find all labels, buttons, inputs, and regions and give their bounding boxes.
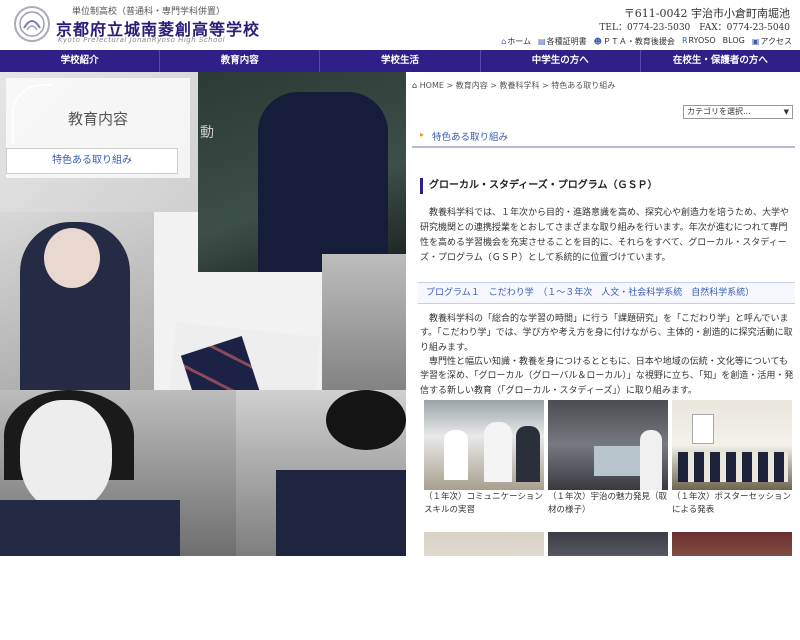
gallery-item[interactable] bbox=[672, 532, 792, 556]
page: 単位制高校（普通科・専門学科併置） 京都府立城南菱創高等学校 Kyoto Pre… bbox=[0, 0, 800, 640]
arrow-right-icon: ▸ bbox=[420, 130, 425, 139]
main-content: ⌂ HOME > 教育内容 > 教養科学科 > 特色ある取り組み カテゴリを選択… bbox=[412, 72, 800, 556]
gallery-photo-poster-session[interactable] bbox=[672, 400, 792, 490]
gallery-item[interactable] bbox=[548, 532, 668, 556]
home-icon: ⌂ bbox=[501, 37, 507, 46]
section-title: 教育内容 bbox=[67, 110, 128, 128]
gallery-item[interactable]: （１年次）ポスターセッションによる発表 bbox=[672, 400, 792, 517]
school-name-en: Kyoto Prefectural JonanRyoso High School bbox=[58, 36, 226, 44]
gallery-caption: （１年次）ポスターセッションによる発表 bbox=[672, 492, 792, 515]
r-icon: R bbox=[681, 36, 688, 45]
util-link-certificates[interactable]: ▤各種証明書 bbox=[538, 36, 587, 47]
breadcrumb-home[interactable]: HOME bbox=[420, 81, 444, 90]
access-icon: ▣ bbox=[751, 37, 760, 46]
photo-collage: 動 教育内容 特色ある取り組み bbox=[0, 72, 406, 556]
nav-item-school-life[interactable]: 学校生活 bbox=[320, 50, 481, 72]
program-heading: プログラム１ こだわり学 （１～３年次 人文・社会科学系統 自然科学系統） bbox=[418, 282, 795, 304]
util-link-access[interactable]: ▣アクセス bbox=[752, 36, 792, 47]
gallery-item[interactable]: （１年次）宇治の魅力発見（取材の様子） bbox=[548, 400, 668, 517]
chevron-down-icon: ▼ bbox=[783, 108, 789, 116]
people-icon: ☻ bbox=[593, 37, 602, 46]
breadcrumb-education[interactable]: 教育内容 bbox=[456, 81, 488, 90]
article-intro: 教養科学科では、１年次から目的・進路意識を高め、探究心や創造力を培うため、大学や… bbox=[420, 208, 790, 263]
util-link-pta[interactable]: ☻ＰＴＡ・教育後援会 bbox=[594, 36, 675, 47]
nav-item-education[interactable]: 教育内容 bbox=[160, 50, 321, 72]
gallery-photo-5[interactable] bbox=[548, 532, 668, 556]
school-emblem-logo[interactable] bbox=[14, 6, 50, 42]
address: 〒611-0042 宇治市小倉町南堀池 bbox=[623, 7, 790, 20]
article-para-1: 教養科学科の「総合的な学習の時間」に行う「課題研究」を「こだわり学」と呼んでいま… bbox=[420, 314, 793, 353]
gallery-photo-4[interactable] bbox=[424, 532, 544, 556]
gallery-photo-communication[interactable] bbox=[424, 400, 544, 490]
gallery-item[interactable] bbox=[424, 532, 544, 556]
category-select[interactable]: カテゴリを選択... ▼ bbox=[683, 105, 793, 119]
chalk-text: 動 bbox=[200, 125, 214, 141]
gallery-photo-6[interactable] bbox=[672, 532, 792, 556]
util-link-home[interactable]: ⌂ホーム bbox=[501, 36, 531, 47]
photo-gallery: （１年次）コミュニケーションスキルの実習 （１年次）宇治の魅力発見（取材の様子）… bbox=[424, 400, 796, 556]
collage-photo-student-smile bbox=[0, 390, 238, 556]
breadcrumb: ⌂ HOME > 教育内容 > 教養科学科 > 特色ある取り組み bbox=[412, 81, 616, 90]
nav-item-students-parents[interactable]: 在校生・保護者の方へ bbox=[641, 50, 800, 72]
gallery-item[interactable]: （１年次）コミュニケーションスキルの実習 bbox=[424, 400, 544, 517]
article-heading: グローカル・スタディーズ・プログラム（ＧＳＰ） bbox=[420, 178, 795, 194]
gallery-caption: （１年次）コミュニケーションスキルの実習 bbox=[424, 492, 543, 515]
gallery-caption: （１年次）宇治の魅力発見（取材の様子） bbox=[548, 492, 668, 515]
collage-photo-student-writing bbox=[236, 390, 406, 556]
global-nav: 学校紹介 教育内容 学校生活 中学生の方へ 在校生・保護者の方へ bbox=[0, 50, 800, 72]
util-link-blog[interactable]: BLOG bbox=[723, 36, 745, 47]
home-icon: ⌂ bbox=[412, 81, 418, 90]
collage-photo-student-side bbox=[322, 254, 406, 404]
subheader-label[interactable]: 特色ある取り組み bbox=[432, 129, 508, 143]
nav-item-junior-high[interactable]: 中学生の方へ bbox=[481, 50, 641, 72]
sidebar-sub-link[interactable]: 特色ある取り組み bbox=[6, 148, 178, 174]
breadcrumb-current: 特色ある取り組み bbox=[551, 81, 616, 90]
util-link-ryoso[interactable]: RRYOSO bbox=[682, 36, 716, 47]
utility-links: ⌂ホーム ▤各種証明書 ☻ＰＴＡ・教育後援会 RRYOSO BLOG ▣アクセス bbox=[501, 36, 792, 47]
site-header: 単位制高校（普通科・専門学科併置） 京都府立城南菱創高等学校 Kyoto Pre… bbox=[0, 0, 800, 50]
phone-fax: TEL：0774-23-5030 FAX：0774-23-5040 bbox=[599, 23, 790, 33]
article-para-2: 専門性と幅広い知識・教養を身につけるとともに、日本や地域の伝統・文化等についても… bbox=[420, 357, 794, 396]
nav-item-about[interactable]: 学校紹介 bbox=[0, 50, 161, 72]
subheader-box: ▸ 特色ある取り組み bbox=[412, 126, 795, 148]
document-icon: ▤ bbox=[538, 37, 546, 46]
breadcrumb-department[interactable]: 教養科学科 bbox=[500, 81, 540, 90]
collage-photo-blackboard: 動 bbox=[198, 72, 406, 272]
gallery-photo-interview[interactable] bbox=[548, 400, 668, 490]
